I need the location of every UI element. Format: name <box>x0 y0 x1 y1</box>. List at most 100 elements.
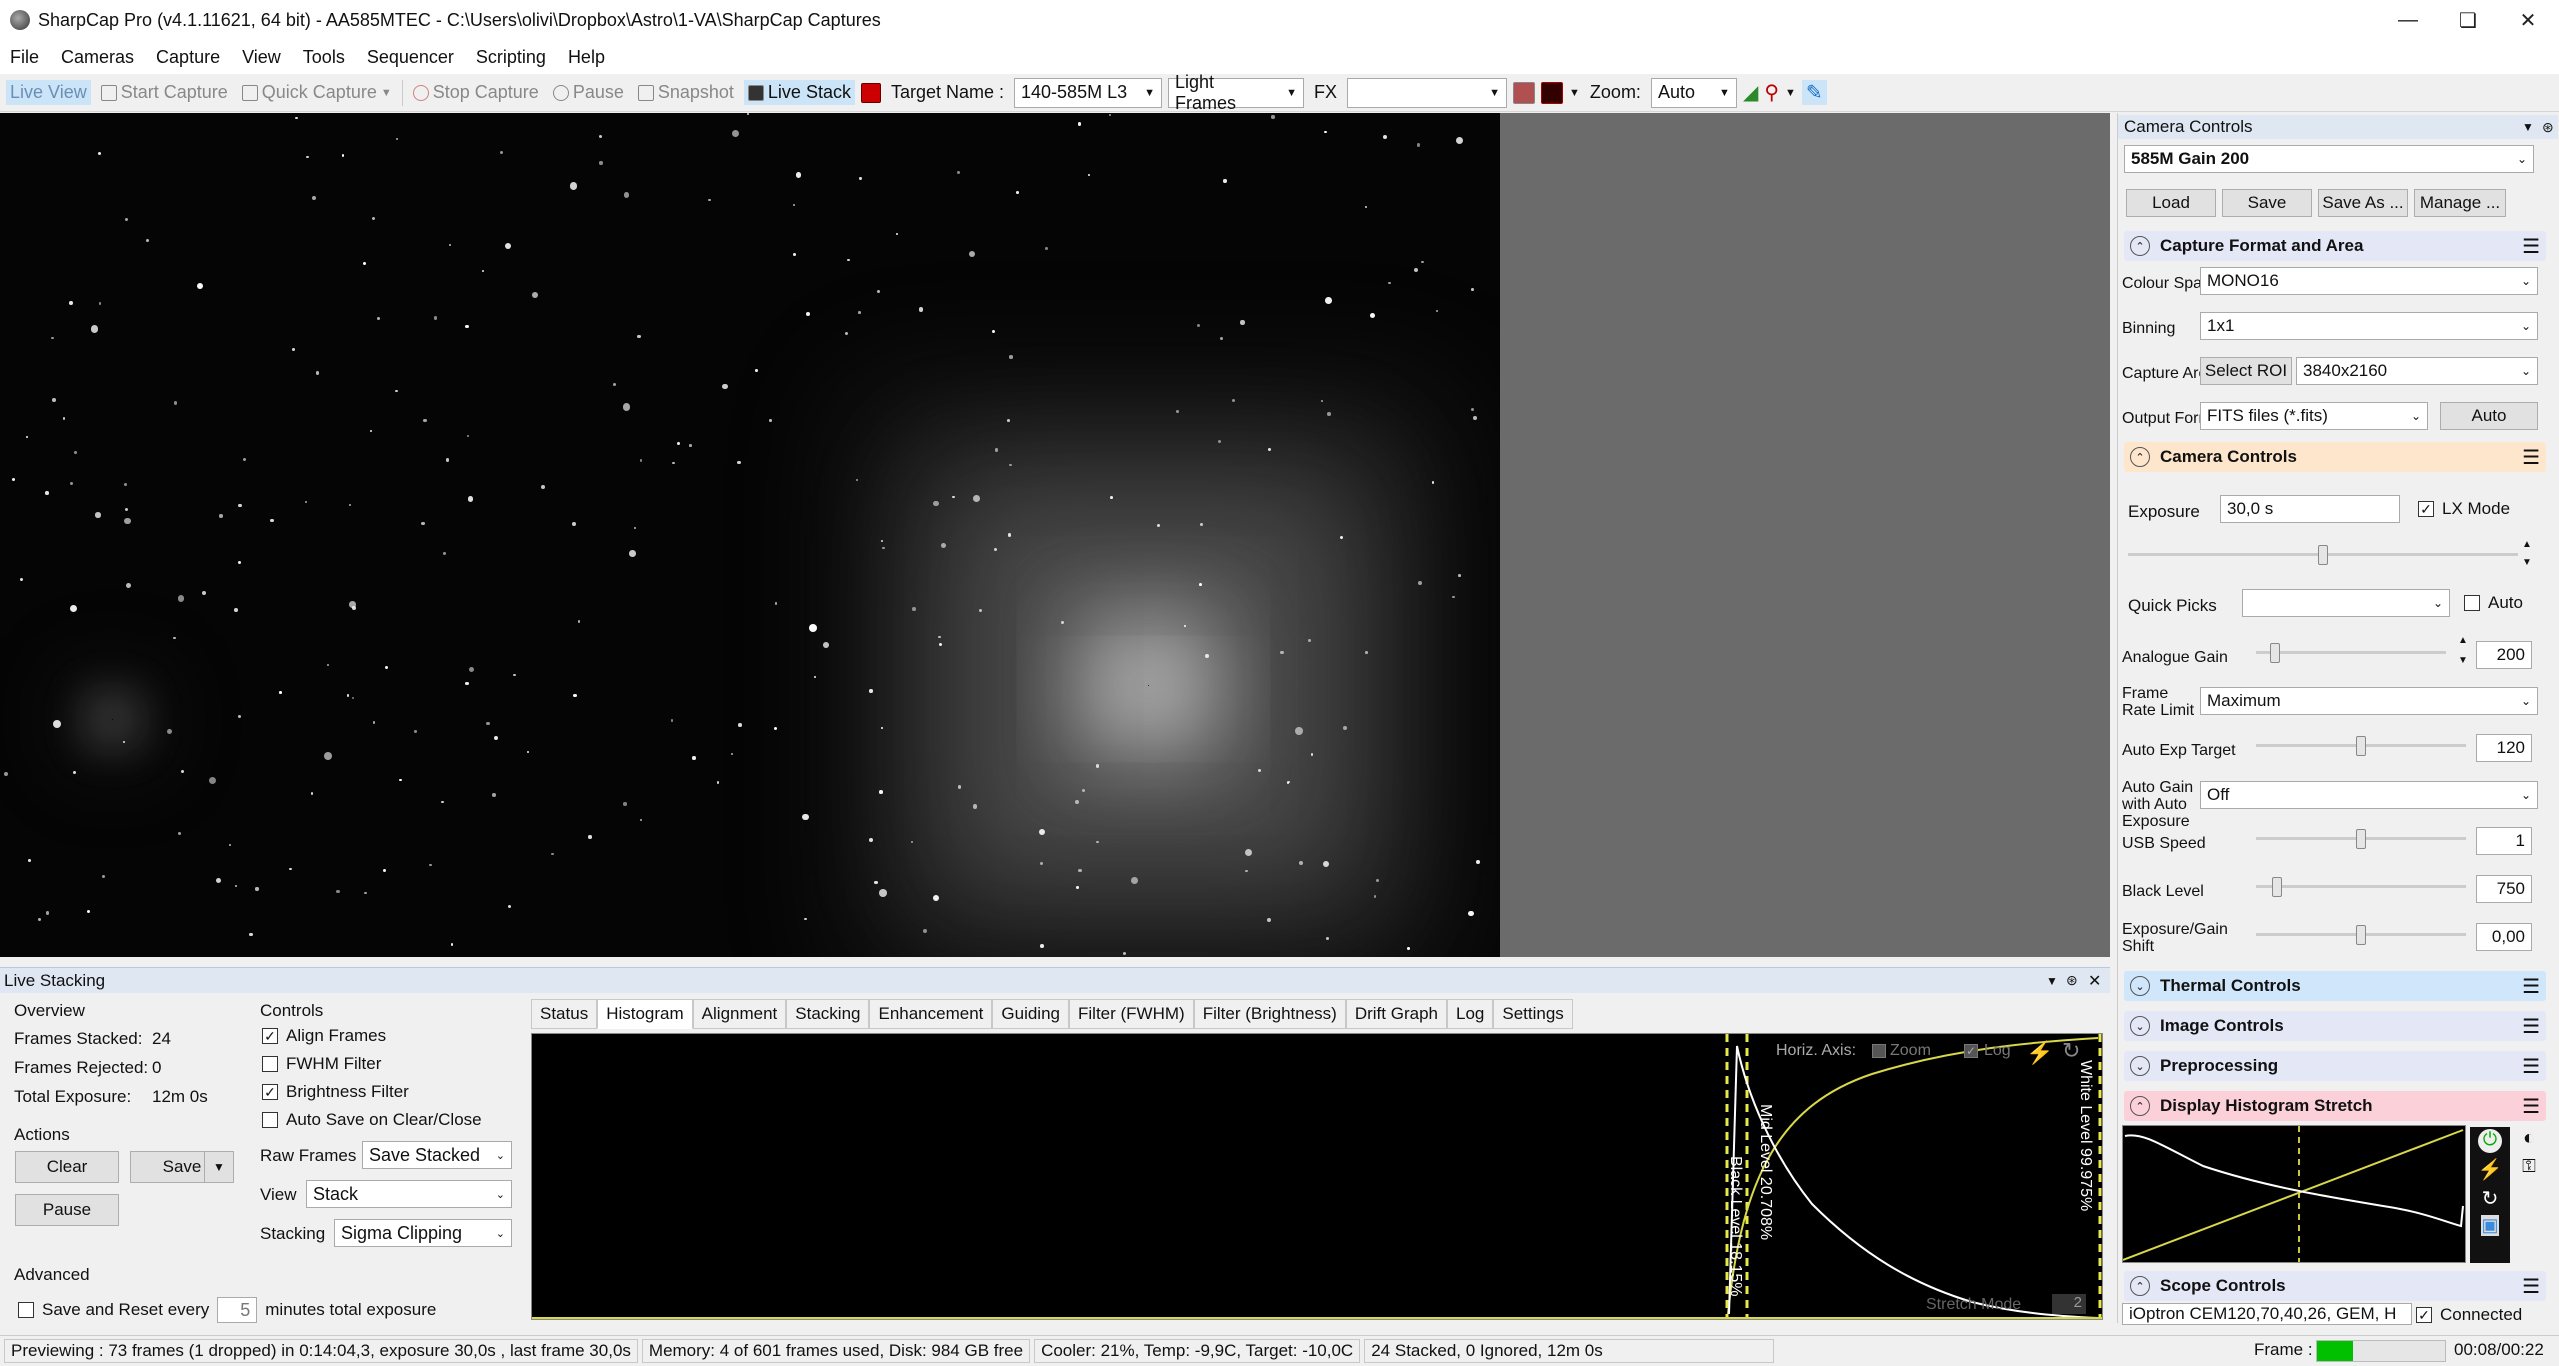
save-reset-input[interactable]: 5 <box>217 1297 258 1323</box>
select-roi-button[interactable]: Select ROI <box>2200 357 2292 385</box>
tab-settings[interactable]: Settings <box>1493 999 1573 1029</box>
quick-picks-auto-row[interactable]: Auto <box>2464 593 2523 613</box>
menu-sequencer[interactable]: Sequencer <box>367 47 454 68</box>
menu-icon[interactable]: ☰ <box>2522 234 2540 259</box>
binning-select[interactable]: 1x1 ⌄ <box>2200 312 2538 340</box>
save-reset-checkbox[interactable] <box>18 1302 34 1318</box>
log-checkbox[interactable]: ✓ <box>1964 1044 1978 1058</box>
close-button[interactable]: ✕ <box>2498 0 2558 40</box>
menu-capture[interactable]: Capture <box>156 47 220 68</box>
slider-thumb[interactable] <box>2318 545 2328 565</box>
stacking-select[interactable]: Sigma Clipping ⌄ <box>334 1219 512 1247</box>
menu-icon[interactable]: ☰ <box>2522 1014 2540 1039</box>
close-icon[interactable]: ✕ <box>2088 971 2101 991</box>
tab-histogram[interactable]: Histogram <box>597 999 693 1029</box>
align-frames-row[interactable]: ✓ Align Frames <box>262 1026 386 1046</box>
lightning-icon[interactable]: ⚡ <box>2478 1157 2503 1182</box>
scope-controls-section[interactable]: ⌃ Scope Controls ☰ <box>2124 1271 2546 1301</box>
tab-filter-brightness[interactable]: Filter (Brightness) <box>1193 999 1346 1029</box>
histogram-icon[interactable]: ◢ <box>1743 80 1758 105</box>
menu-icon[interactable]: ☰ <box>2522 1094 2540 1119</box>
pause-button[interactable]: Pause <box>549 80 628 105</box>
chevron-down-icon[interactable]: ▼ <box>2522 120 2534 134</box>
clear-button[interactable]: Clear <box>15 1151 119 1183</box>
exposure-down-icon[interactable]: ▼ <box>2522 557 2532 568</box>
exp-gain-shift-slider[interactable] <box>2256 925 2466 945</box>
menu-cameras[interactable]: Cameras <box>61 47 134 68</box>
output-auto-button[interactable]: Auto <box>2440 402 2538 430</box>
fx-select[interactable]: ▼ <box>1347 77 1508 108</box>
pin-icon[interactable]: ⊛ <box>2066 972 2078 989</box>
capture-format-section[interactable]: ⌃ Capture Format and Area ☰ <box>2124 231 2546 261</box>
exp-gain-shift-input[interactable]: 0,00 <box>2476 923 2532 951</box>
brightness-filter-checkbox[interactable]: ✓ <box>262 1084 278 1100</box>
menu-icon[interactable]: ☰ <box>2522 445 2540 470</box>
save-icon[interactable]: ▣ <box>2481 1215 2499 1236</box>
display-stretch-section[interactable]: ⌃ Display Histogram Stretch ☰ <box>2124 1091 2546 1121</box>
menu-icon[interactable]: ☰ <box>2522 1274 2540 1299</box>
lx-mode-row[interactable]: ✓ LX Mode <box>2418 499 2510 519</box>
quick-picks-auto-checkbox[interactable] <box>2464 595 2480 611</box>
frame-type-select[interactable]: Light Frames ▼ <box>1168 72 1305 113</box>
tab-alignment[interactable]: Alignment <box>692 999 787 1029</box>
stop-capture-button[interactable]: Stop Capture <box>409 80 543 105</box>
save-options-button[interactable]: ▼ <box>204 1151 234 1183</box>
tab-log[interactable]: Log <box>1446 999 1494 1029</box>
live-stack-button[interactable]: Live Stack <box>743 80 855 105</box>
auto-exp-target-input[interactable]: 120 <box>2476 734 2532 762</box>
usb-speed-slider[interactable] <box>2256 829 2466 849</box>
gain-up-icon[interactable]: ▲ <box>2458 635 2468 646</box>
brightness-filter-row[interactable]: ✓ Brightness Filter <box>262 1082 409 1102</box>
slider-thumb[interactable] <box>2356 925 2366 945</box>
overlay-icon[interactable] <box>1513 81 1536 104</box>
quick-picks-select[interactable]: ⌄ <box>2242 589 2450 617</box>
menu-icon[interactable]: ☰ <box>2522 974 2540 999</box>
tab-guiding[interactable]: Guiding <box>992 999 1069 1029</box>
exposure-up-icon[interactable]: ▲ <box>2522 539 2532 550</box>
chevron-down-icon[interactable]: ▼ <box>2046 974 2058 988</box>
stretch-mode-input[interactable]: 2 <box>2052 1294 2086 1314</box>
record-icon[interactable] <box>860 82 881 103</box>
tab-enhancement[interactable]: Enhancement <box>869 999 993 1029</box>
magnifier-icon[interactable]: ⚲ <box>1764 80 1779 105</box>
align-frames-checkbox[interactable]: ✓ <box>262 1028 278 1044</box>
restore-button[interactable]: ❏ <box>2438 0 2498 40</box>
reset-icon[interactable]: ↻ <box>2482 1186 2499 1211</box>
minimize-button[interactable]: — <box>2378 0 2438 40</box>
tab-status[interactable]: Status <box>531 999 598 1029</box>
colour-space-select[interactable]: MONO16 ⌄ <box>2200 267 2538 295</box>
gain-down-icon[interactable]: ▼ <box>2458 655 2468 666</box>
chevron-down-icon[interactable]: ▼ <box>1569 87 1580 99</box>
preprocessing-section[interactable]: ⌄ Preprocessing ☰ <box>2124 1051 2546 1081</box>
slider-thumb[interactable] <box>2272 877 2282 897</box>
capture-area-select[interactable]: 3840x2160 ⌄ <box>2296 357 2538 385</box>
start-capture-button[interactable]: Start Capture <box>97 80 232 105</box>
zoom-select[interactable]: Auto ▼ <box>1650 77 1737 108</box>
power-icon[interactable]: ⏻ <box>2478 1129 2502 1153</box>
display-histogram[interactable] <box>2122 1125 2466 1263</box>
save-profile-button[interactable]: Save <box>2222 189 2312 217</box>
menu-icon[interactable]: ☰ <box>2522 1054 2540 1079</box>
tab-stacking[interactable]: Stacking <box>786 999 870 1029</box>
fwhm-filter-checkbox[interactable] <box>262 1056 278 1072</box>
pause-stack-button[interactable]: Pause <box>15 1194 119 1226</box>
menu-tools[interactable]: Tools <box>303 47 345 68</box>
exposure-input[interactable]: 30,0 s <box>2220 495 2400 523</box>
camera-controls-section[interactable]: ⌃ Camera Controls ☰ <box>2124 442 2546 472</box>
snapshot-button[interactable]: Snapshot <box>634 80 738 105</box>
tab-drift-graph[interactable]: Drift Graph <box>1345 999 1447 1029</box>
lock-icon[interactable]: ⚿ <box>2522 1156 2536 1177</box>
menu-view[interactable]: View <box>242 47 281 68</box>
manage-profiles-button[interactable]: Manage ... <box>2414 189 2506 217</box>
quick-capture-button[interactable]: Quick Capture ▼ <box>238 80 396 105</box>
raw-frames-select[interactable]: Save Stacked ⌄ <box>362 1141 512 1169</box>
exposure-slider[interactable] <box>2128 545 2518 565</box>
pin-icon[interactable]: ⊛ <box>2542 119 2554 136</box>
menu-help[interactable]: Help <box>568 47 605 68</box>
chevron-down-icon[interactable]: ▼ <box>1785 87 1796 99</box>
profile-select[interactable]: 585M Gain 200 ⌄ <box>2124 145 2534 173</box>
slider-thumb[interactable] <box>2356 829 2366 849</box>
target-name-select[interactable]: 140-585M L3 ▼ <box>1014 77 1163 108</box>
black-level-slider[interactable] <box>2256 877 2466 897</box>
load-profile-button[interactable]: Load <box>2126 189 2216 217</box>
